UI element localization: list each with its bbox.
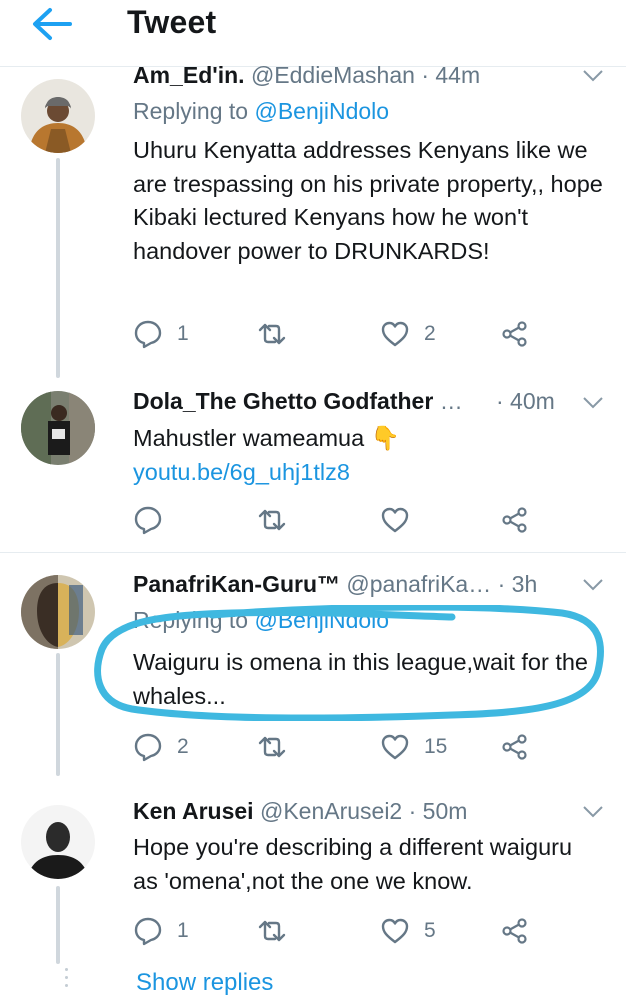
tweet-text: Waiguru is omena in this league,wait for… bbox=[133, 649, 589, 709]
display-name[interactable]: Ken Arusei bbox=[133, 798, 254, 824]
heart-icon bbox=[381, 734, 409, 760]
tweet-actions: 1 2 bbox=[133, 316, 553, 352]
heart-icon bbox=[381, 507, 409, 533]
reply-button[interactable] bbox=[133, 502, 163, 538]
retweet-icon bbox=[258, 323, 286, 345]
thread-dot bbox=[65, 976, 68, 979]
reply-button[interactable]: 2 bbox=[133, 729, 189, 765]
tweet-item[interactable]: PanafriKan-Guru™ @panafriKa… · 3h Replyi… bbox=[0, 553, 626, 778]
reply-count: 2 bbox=[177, 735, 189, 758]
thread-line bbox=[56, 158, 60, 378]
timestamp[interactable]: · 44m bbox=[421, 62, 480, 88]
avatar[interactable] bbox=[21, 391, 95, 465]
tweet-link[interactable]: youtu.be/6g_uhj1tlz8 bbox=[133, 456, 603, 490]
tweet-item[interactable]: Ken Arusei @KenArusei2 · 50m Hope you're… bbox=[0, 780, 626, 1000]
heart-icon bbox=[381, 321, 409, 347]
replying-to-handle[interactable]: @BenjiNdolo bbox=[254, 607, 389, 633]
page-title: Tweet bbox=[127, 4, 217, 40]
back-arrow-icon[interactable] bbox=[30, 6, 72, 42]
thread-dot bbox=[65, 984, 68, 987]
reply-icon bbox=[134, 733, 162, 762]
timestamp[interactable]: · 3h bbox=[498, 571, 538, 597]
display-name[interactable]: Am_Ed'in. bbox=[133, 62, 245, 88]
reply-button[interactable]: 1 bbox=[133, 316, 189, 352]
chevron-down-icon[interactable] bbox=[582, 69, 604, 83]
reply-count: 1 bbox=[177, 919, 189, 942]
reply-icon bbox=[134, 917, 162, 946]
replying-to: Replying to @BenjiNdolo bbox=[133, 98, 389, 125]
tweet-actions bbox=[133, 502, 553, 538]
user-handle[interactable]: … bbox=[440, 388, 463, 414]
chevron-down-icon[interactable] bbox=[582, 805, 604, 819]
thread-line bbox=[56, 886, 60, 964]
like-button[interactable] bbox=[380, 502, 410, 538]
retweet-button[interactable] bbox=[257, 316, 287, 352]
thread-dot bbox=[65, 968, 68, 971]
thread-line bbox=[56, 653, 60, 776]
user-handle[interactable]: @panafriKa… bbox=[346, 571, 491, 597]
like-button[interactable]: 15 bbox=[380, 729, 447, 765]
tweet-header: Ken Arusei @KenArusei2 · 50m bbox=[133, 798, 574, 830]
retweet-button[interactable] bbox=[257, 913, 287, 949]
tweet-header: PanafriKan-Guru™ @panafriKa… · 3h bbox=[133, 571, 574, 603]
retweet-button[interactable] bbox=[257, 729, 287, 765]
like-count: 2 bbox=[424, 322, 436, 345]
share-icon bbox=[502, 734, 527, 760]
replying-to-handle[interactable]: @BenjiNdolo bbox=[254, 98, 389, 124]
like-button[interactable]: 5 bbox=[380, 913, 436, 949]
replying-to-label: Replying to bbox=[133, 98, 255, 124]
like-button[interactable]: 2 bbox=[380, 316, 436, 352]
retweet-icon bbox=[258, 920, 286, 942]
show-replies-link[interactable]: Show replies bbox=[136, 969, 273, 997]
reply-icon bbox=[134, 320, 162, 349]
tweet-item[interactable]: Dola_The Ghetto Godfather … · 40m Mahust… bbox=[0, 380, 626, 550]
tweet-text: Hope you're describing a different waigu… bbox=[133, 834, 573, 894]
display-name[interactable]: PanafriKan-Guru™ bbox=[133, 571, 340, 597]
share-button[interactable] bbox=[500, 502, 530, 538]
share-icon bbox=[502, 918, 527, 944]
replying-to: Replying to @BenjiNdolo bbox=[133, 607, 389, 634]
tweet-header: Am_Ed'in. @EddieMashan · 44m bbox=[133, 62, 574, 94]
timestamp[interactable]: · 40m bbox=[496, 388, 555, 415]
like-count: 15 bbox=[424, 735, 448, 758]
tweet-actions: 1 5 bbox=[133, 913, 553, 949]
share-button[interactable] bbox=[500, 729, 530, 765]
avatar[interactable] bbox=[21, 79, 95, 153]
share-icon bbox=[502, 321, 527, 347]
share-button[interactable] bbox=[500, 316, 530, 352]
retweet-button[interactable] bbox=[257, 502, 287, 538]
avatar[interactable] bbox=[21, 805, 95, 879]
like-count: 5 bbox=[424, 919, 436, 942]
reply-count: 1 bbox=[177, 322, 189, 345]
share-icon bbox=[502, 507, 527, 533]
reply-button[interactable]: 1 bbox=[133, 913, 189, 949]
share-button[interactable] bbox=[500, 913, 530, 949]
timestamp[interactable]: · 50m bbox=[409, 798, 468, 824]
retweet-icon bbox=[258, 736, 286, 758]
tweet-text: Uhuru Kenyatta addresses Kenyans like we… bbox=[133, 137, 603, 264]
heart-icon bbox=[381, 918, 409, 944]
reply-icon bbox=[134, 506, 162, 535]
user-handle[interactable]: @EddieMashan bbox=[251, 62, 415, 88]
chevron-down-icon[interactable] bbox=[582, 396, 604, 410]
user-handle[interactable]: @KenArusei2 bbox=[260, 798, 402, 824]
retweet-icon bbox=[258, 509, 286, 531]
avatar[interactable] bbox=[21, 575, 95, 649]
replying-to-label: Replying to bbox=[133, 607, 255, 633]
tweet-text: Mahustler wameamua 👇 bbox=[133, 425, 400, 451]
tweet-actions: 2 15 bbox=[133, 729, 553, 765]
chevron-down-icon[interactable] bbox=[582, 578, 604, 592]
app-header: Tweet bbox=[0, 0, 626, 62]
display-name[interactable]: Dola_The Ghetto Godfather bbox=[133, 388, 433, 414]
